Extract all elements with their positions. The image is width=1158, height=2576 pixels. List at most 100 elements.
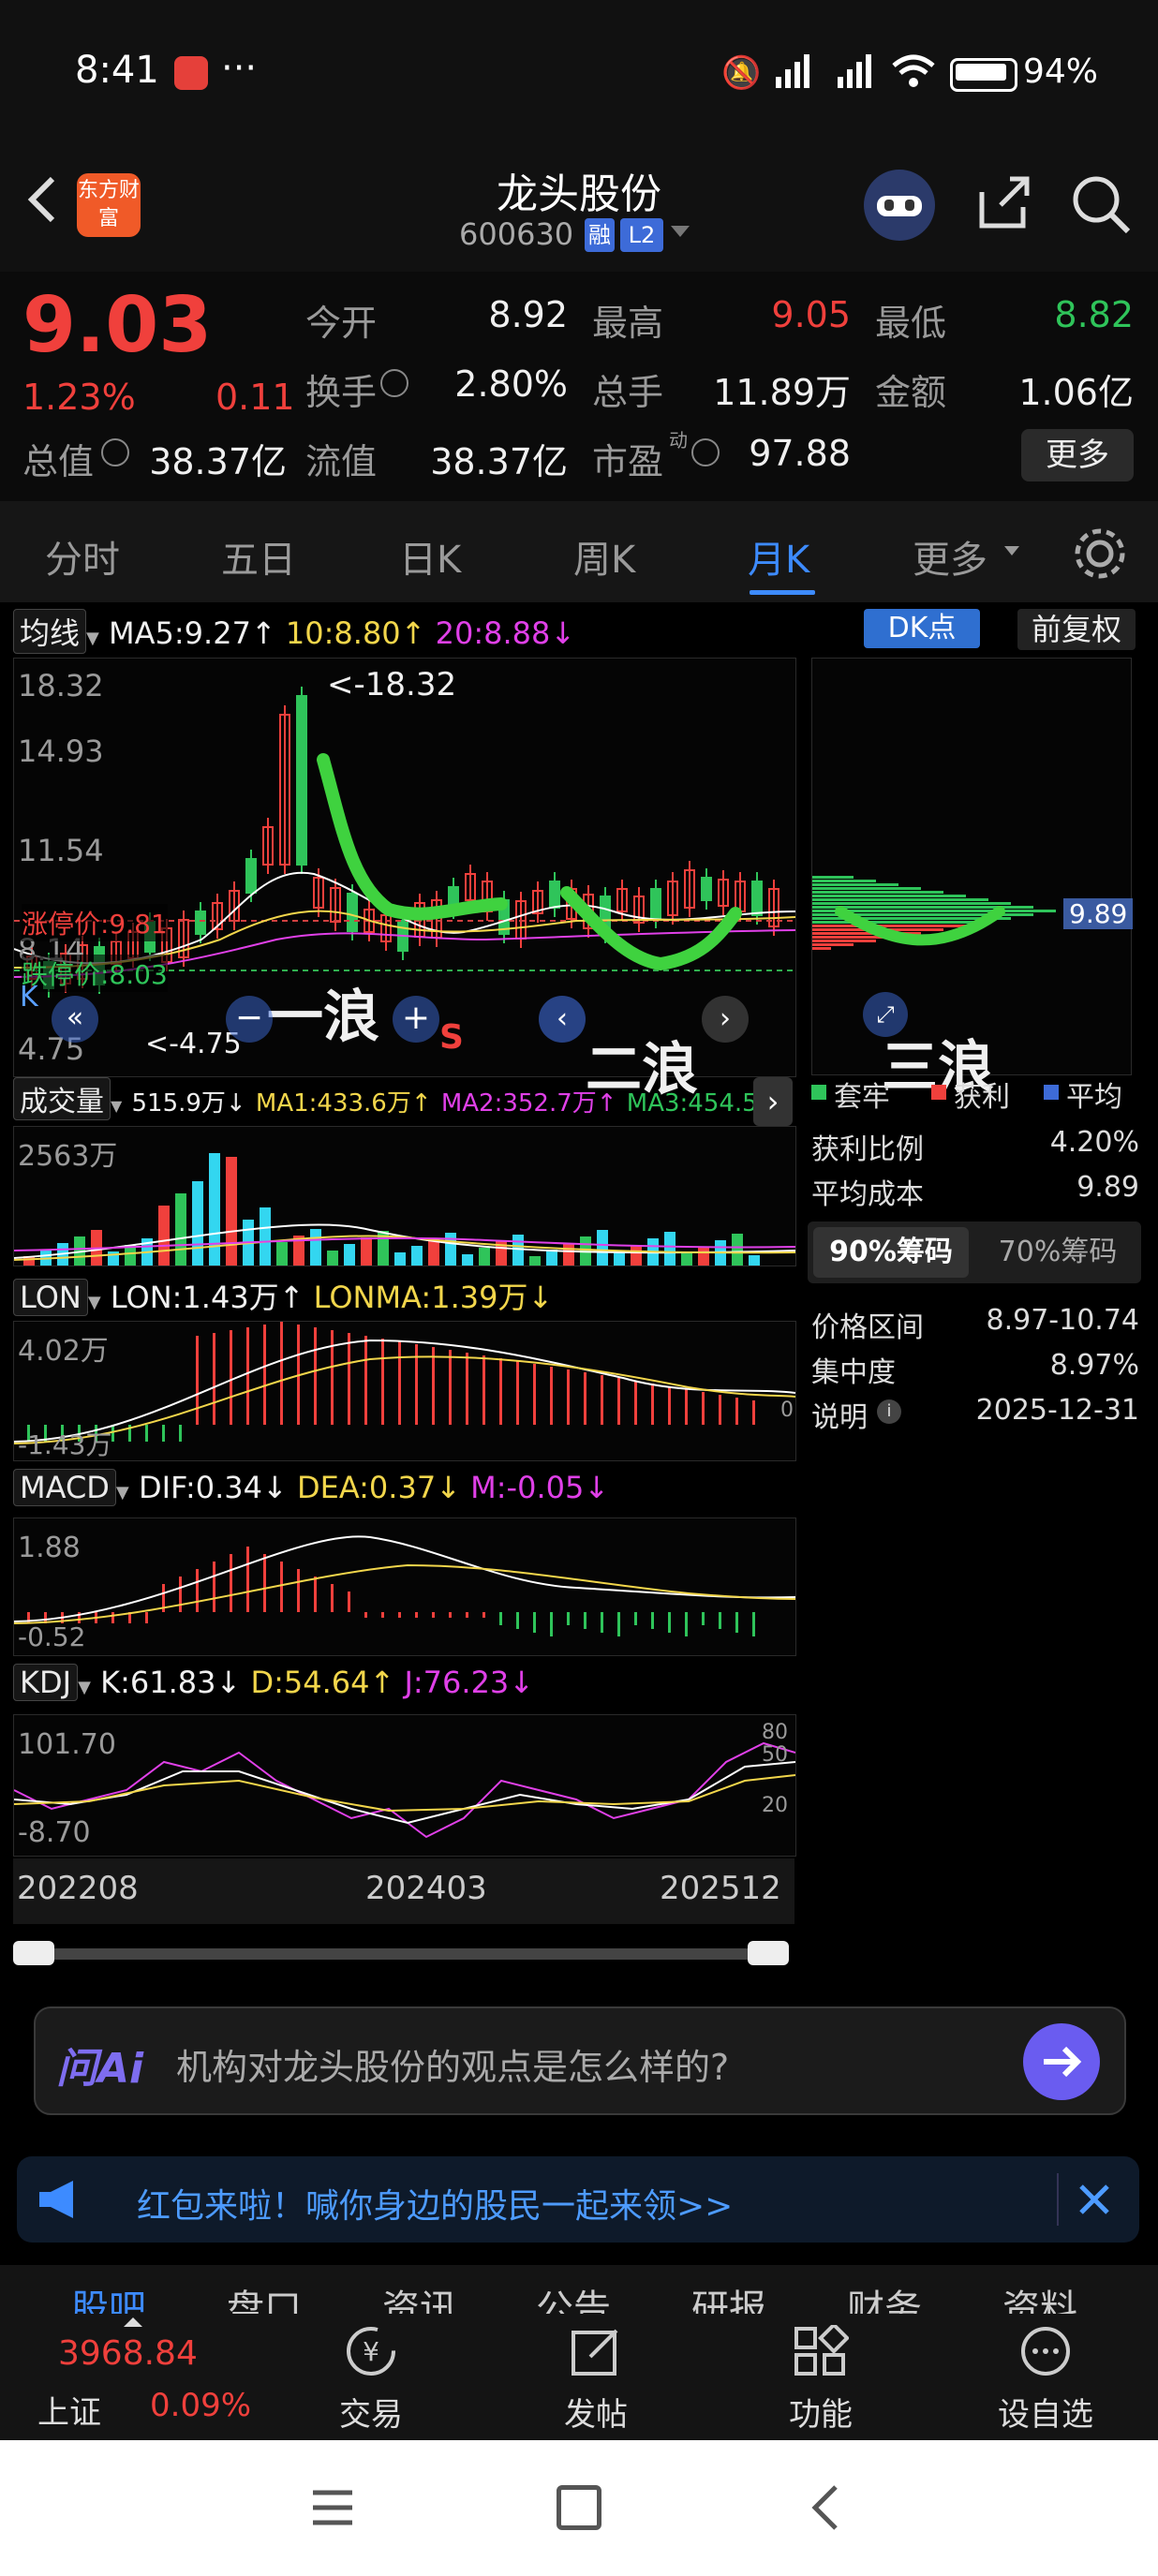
tab-90-chip[interactable]: 90%筹码 bbox=[813, 1227, 969, 1278]
lon-bar bbox=[145, 1425, 148, 1442]
kdj-d-value: D:54.64 bbox=[250, 1665, 370, 1700]
macd-bar bbox=[314, 1577, 317, 1612]
tab-monthly-k[interactable]: 月K bbox=[748, 529, 809, 584]
volume-bar bbox=[192, 1181, 203, 1266]
tab-70-chip[interactable]: 70%筹码 bbox=[980, 1227, 1136, 1278]
nav-post[interactable]: 发帖 bbox=[521, 2389, 671, 2435]
lon-selector[interactable]: LON bbox=[13, 1279, 88, 1316]
dropdown-caret-icon: ▼ bbox=[111, 1097, 123, 1115]
trade-yuan-icon[interactable]: ¥ bbox=[334, 2325, 408, 2377]
macd-bar bbox=[364, 1612, 367, 1618]
share-icon[interactable] bbox=[974, 173, 1034, 233]
robot-assistant-icon[interactable] bbox=[864, 170, 935, 241]
rewind-icon[interactable]: « bbox=[52, 996, 98, 1043]
nav-watchlist[interactable]: 设自选 bbox=[971, 2389, 1121, 2435]
range-slider[interactable] bbox=[13, 1941, 791, 1965]
ask-ai-input[interactable]: 机构对龙头股份的观点是怎么样的? bbox=[176, 2038, 729, 2090]
macd-selector[interactable]: MACD bbox=[13, 1469, 116, 1506]
svg-text:¥: ¥ bbox=[363, 2336, 379, 2367]
volume-bar bbox=[226, 1157, 237, 1266]
tab-more[interactable]: 更多 bbox=[913, 529, 987, 584]
lon-bar bbox=[601, 1375, 603, 1425]
macd-bar bbox=[634, 1612, 637, 1625]
chip-tabs: 90%筹码 70%筹码 bbox=[808, 1221, 1141, 1283]
settings-gear-icon[interactable] bbox=[1072, 526, 1128, 582]
adjust-mode-button[interactable]: 前复权 bbox=[1017, 609, 1136, 650]
search-icon[interactable] bbox=[1068, 171, 1134, 237]
tab-intraday[interactable]: 分时 bbox=[45, 529, 120, 584]
concentration-value: 8.97% bbox=[1049, 1349, 1139, 1382]
tab-daily-k[interactable]: 日K bbox=[399, 529, 461, 584]
battery-icon bbox=[950, 58, 1017, 92]
next-indicator-icon[interactable]: › bbox=[753, 1077, 793, 1126]
volume-bar bbox=[529, 1256, 541, 1266]
app-notification-icon bbox=[174, 56, 208, 90]
volume-selector[interactable]: 成交量 bbox=[13, 1077, 111, 1120]
zoom-in-icon[interactable]: + bbox=[393, 996, 439, 1043]
zoom-out-icon[interactable]: − bbox=[226, 996, 273, 1043]
info-icon[interactable] bbox=[101, 438, 129, 466]
nav-functions[interactable]: 功能 bbox=[746, 2389, 896, 2435]
amount-value: 1.06亿 bbox=[1018, 372, 1134, 413]
home-icon[interactable] bbox=[557, 2485, 601, 2530]
macd-bar bbox=[415, 1612, 418, 1618]
volume-y-max: 2563万 bbox=[18, 1140, 118, 1173]
wave-annotation-1: 一浪 bbox=[267, 985, 379, 1050]
close-icon[interactable] bbox=[1070, 2175, 1119, 2224]
caret-up-icon bbox=[124, 2317, 142, 2327]
high-label: 最高 bbox=[592, 303, 664, 344]
candle-body bbox=[296, 695, 307, 866]
volume-bar bbox=[158, 1206, 170, 1266]
send-arrow-button[interactable] bbox=[1023, 2023, 1100, 2100]
macd-bar bbox=[432, 1612, 435, 1618]
limit-down-label: 跌停价:8.03 bbox=[22, 955, 168, 992]
menu-icon[interactable] bbox=[309, 2487, 356, 2528]
lon-bar bbox=[752, 1400, 755, 1425]
lon-bar bbox=[516, 1361, 519, 1425]
stock-header: 东方财富 龙头股份 600630 融 L2 bbox=[0, 155, 1158, 273]
change-amount: 0.11 bbox=[215, 377, 295, 418]
range-slider-right-handle[interactable] bbox=[748, 1941, 789, 1965]
dea-value: DEA:0.37 bbox=[296, 1470, 437, 1505]
volume-bar bbox=[394, 1252, 406, 1266]
macd-bar bbox=[516, 1612, 519, 1629]
tab-five-day[interactable]: 五日 bbox=[221, 529, 296, 584]
dropdown-caret-icon[interactable] bbox=[671, 226, 690, 237]
ask-ai-bar[interactable]: 问Ai 机构对龙头股份的观点是怎么样的? bbox=[34, 2006, 1126, 2115]
ma10-value: 10:8.80 bbox=[285, 615, 401, 651]
tab-weekly-k[interactable]: 周K bbox=[573, 529, 635, 584]
range-slider-track bbox=[32, 1948, 772, 1960]
lon-y-min: -1.43万 bbox=[18, 1429, 112, 1460]
macd-bar bbox=[398, 1612, 401, 1618]
volume-bar bbox=[597, 1230, 608, 1266]
ma-selector[interactable]: 均线 bbox=[13, 609, 87, 654]
volume-bar bbox=[698, 1247, 709, 1266]
volume-label: 总手 bbox=[592, 372, 664, 413]
more-circle-icon[interactable] bbox=[1017, 2325, 1074, 2377]
macd-bar bbox=[213, 1562, 215, 1612]
candle-body bbox=[650, 888, 661, 920]
macd-bar bbox=[466, 1612, 468, 1618]
functions-grid-icon[interactable] bbox=[793, 2322, 850, 2377]
kdj-selector[interactable]: KDJ bbox=[13, 1664, 79, 1701]
promo-banner[interactable]: 红包来啦！喊你身边的股民一起来领>> bbox=[17, 2156, 1139, 2243]
chevron-left-icon[interactable]: ‹ bbox=[539, 996, 586, 1043]
price-range-label: 价格区间 bbox=[811, 1311, 924, 1344]
macd-bar bbox=[111, 1612, 114, 1623]
profit-ratio-label: 获利比例 bbox=[811, 1133, 924, 1166]
total-cap-value: 38.37亿 bbox=[149, 441, 287, 482]
kline-chart[interactable]: 18.32 14.93 11.54 8.14 4.75 <-18.32 <-4.… bbox=[13, 658, 796, 1103]
more-quote-button[interactable]: 更多 bbox=[1021, 429, 1134, 481]
note-date: 2025-12-31 bbox=[975, 1394, 1139, 1427]
back-icon[interactable] bbox=[808, 2483, 845, 2532]
dk-point-button[interactable]: DK点 bbox=[864, 609, 980, 648]
nav-trade[interactable]: 交易 bbox=[296, 2389, 446, 2435]
info-icon[interactable]: i bbox=[877, 1399, 901, 1424]
volume-bar bbox=[546, 1250, 557, 1266]
macd-bar bbox=[533, 1612, 536, 1633]
compose-post-icon[interactable] bbox=[568, 2325, 624, 2377]
chevron-right-icon[interactable]: › bbox=[702, 996, 749, 1043]
range-slider-left-handle[interactable] bbox=[13, 1941, 54, 1965]
date-axis: 202208 202403 202512 bbox=[13, 1858, 794, 1924]
kdj-row: KDJ ▼ K:61.83↓ D:54.64↑ J:76.23↓ bbox=[13, 1664, 534, 1705]
